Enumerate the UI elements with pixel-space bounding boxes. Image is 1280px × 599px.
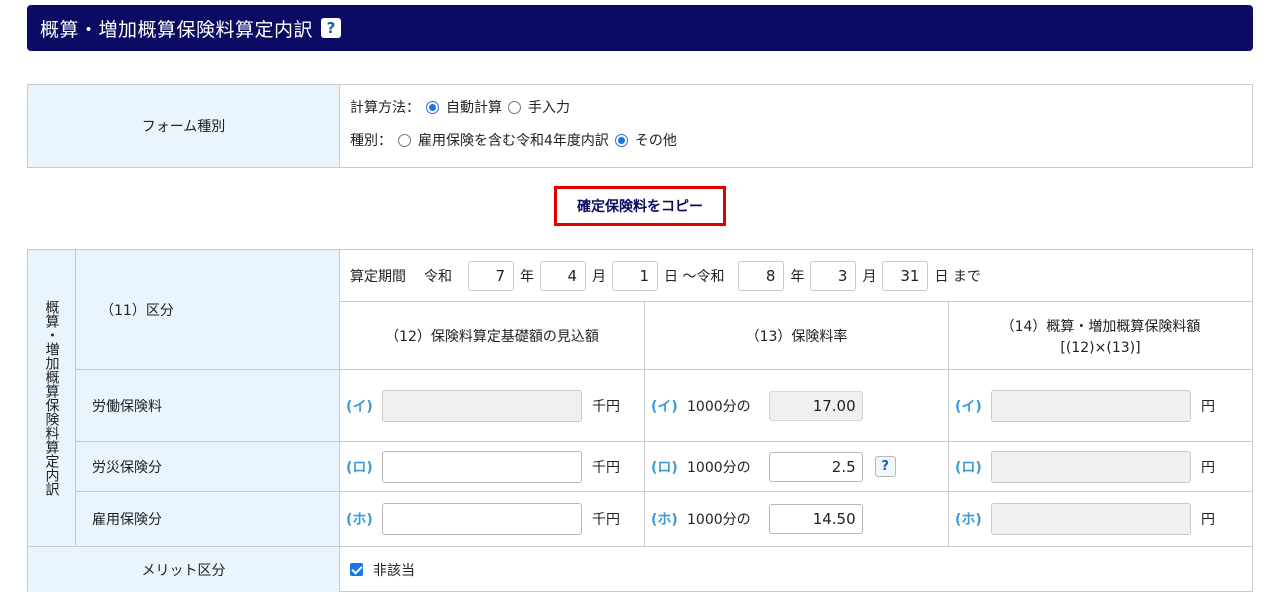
row-label-labor: 労働保険料: [76, 370, 340, 442]
kind-option2-label[interactable]: その他: [635, 130, 677, 150]
period-row: 算定期間 令和 7 年 4 月 1 日 ～令和 8 年 3 月 31 日 まで: [340, 250, 1253, 302]
row3-kana: (ホ): [955, 512, 982, 528]
employment-rate-input[interactable]: 14.50: [768, 504, 863, 534]
per-mille-label: 1000分の: [687, 398, 751, 415]
year-unit: 年: [790, 268, 805, 285]
kind-option1-radio[interactable]: [398, 133, 411, 147]
workers-comp-base-input[interactable]: [382, 450, 582, 483]
row2-kana: (ロ): [955, 459, 982, 476]
kind-option2-radio[interactable]: [614, 133, 628, 147]
labor-base-input: [382, 389, 582, 422]
workers-comp-rate-input[interactable]: 2.5: [768, 451, 863, 482]
end-year-input[interactable]: 8: [738, 260, 785, 291]
form-type-label: フォーム種別: [28, 85, 340, 167]
labor-rate-input: 17.00: [768, 390, 863, 421]
help-icon[interactable]: ?: [321, 18, 342, 38]
era-label: 令和: [424, 268, 452, 285]
day-unit-tilde: 日 ～令和: [664, 268, 725, 285]
workers-comp-amount-input: [991, 450, 1191, 483]
col13-header: （13）保険料率: [645, 302, 949, 370]
row3-amount-cell: (ホ) 円: [949, 492, 1253, 547]
period-label: 算定期間: [350, 268, 406, 285]
row1-rate-cell: (イ) 1000分の 17.00: [645, 370, 949, 442]
copy-confirmed-premium-button[interactable]: 確定保険料をコピー: [554, 186, 726, 226]
employment-base-input[interactable]: [382, 503, 582, 535]
col14-header: （14）概算・増加概算保険料額 [(12)×(13)]: [949, 302, 1253, 370]
row2-rate-cell: (ロ) 1000分の 2.5 ?: [645, 442, 949, 492]
row3-kana: (ホ): [651, 512, 678, 528]
start-day-input[interactable]: 1: [612, 260, 658, 291]
merit-cell: 非該当: [340, 547, 1253, 592]
row2-base-cell: (ロ) 千円: [340, 442, 645, 492]
month-unit: 月: [862, 268, 877, 285]
unit-yen: 円: [1201, 512, 1215, 528]
page-title: 概算・増加概算保険料算定内訳: [40, 18, 314, 41]
premium-breakdown-table: 概算・増加概算保険料算定内訳 （11）区分 算定期間 令和 7 年 4 月 1 …: [27, 249, 1253, 592]
period-end-label: 日 まで: [934, 268, 981, 285]
calc-method-label: 計算方法：: [350, 100, 420, 116]
row1-kana: (イ): [346, 398, 373, 415]
calc-auto-label[interactable]: 自動計算: [446, 97, 502, 117]
row-label-employment: 雇用保険分: [76, 492, 340, 547]
section-label: （11）区分: [76, 250, 340, 370]
col12-header: （12）保険料算定基礎額の見込額: [340, 302, 645, 370]
calc-auto-radio[interactable]: [426, 100, 439, 114]
unit-thousand-yen: 千円: [592, 512, 620, 528]
row-label-workers-comp: 労災保険分: [76, 442, 340, 492]
rate-help-icon[interactable]: ?: [874, 456, 896, 477]
labor-amount-input: [991, 389, 1191, 422]
row3-kana: (ホ): [346, 512, 373, 528]
row1-base-cell: (イ) 千円: [340, 370, 645, 442]
start-year-input[interactable]: 7: [468, 260, 514, 291]
month-unit: 月: [592, 268, 606, 285]
kind-label: 種別：: [350, 133, 392, 149]
unit-yen: 円: [1201, 398, 1215, 415]
merit-checkbox[interactable]: [350, 563, 363, 576]
row1-amount-cell: (イ) 円: [949, 370, 1253, 442]
end-day-input[interactable]: 31: [882, 260, 929, 291]
row1-kana: (イ): [651, 398, 678, 415]
calc-manual-label[interactable]: 手入力: [528, 97, 570, 117]
row1-kana: (イ): [955, 398, 982, 415]
unit-yen: 円: [1201, 459, 1215, 476]
unit-thousand-yen: 千円: [592, 398, 620, 415]
end-month-input[interactable]: 3: [810, 260, 857, 291]
calc-manual-radio[interactable]: [508, 100, 521, 114]
form-type-section: フォーム種別 計算方法： 自動計算 手入力 種別： 雇用保険を含む令和4年度内訳…: [27, 84, 1253, 168]
kind-option1-label[interactable]: 雇用保険を含む令和4年度内訳: [418, 130, 609, 150]
employment-amount-input: [991, 503, 1191, 535]
page-title-bar: 概算・増加概算保険料算定内訳 ?: [27, 5, 1253, 51]
row2-amount-cell: (ロ) 円: [949, 442, 1253, 492]
merit-check-label[interactable]: 非該当: [373, 560, 415, 580]
unit-thousand-yen: 千円: [592, 459, 620, 476]
vertical-section-label: 概算・増加概算保険料算定内訳: [28, 250, 76, 547]
merit-label: メリット区分: [28, 547, 340, 592]
row3-rate-cell: (ホ) 1000分の 14.50: [645, 492, 949, 547]
row2-kana: (ロ): [346, 459, 373, 476]
start-month-input[interactable]: 4: [540, 260, 586, 291]
year-unit: 年: [520, 268, 534, 285]
per-mille-label: 1000分の: [687, 459, 751, 476]
row2-kana: (ロ): [651, 459, 678, 476]
row3-base-cell: (ホ) 千円: [340, 492, 645, 547]
per-mille-label: 1000分の: [687, 512, 751, 528]
